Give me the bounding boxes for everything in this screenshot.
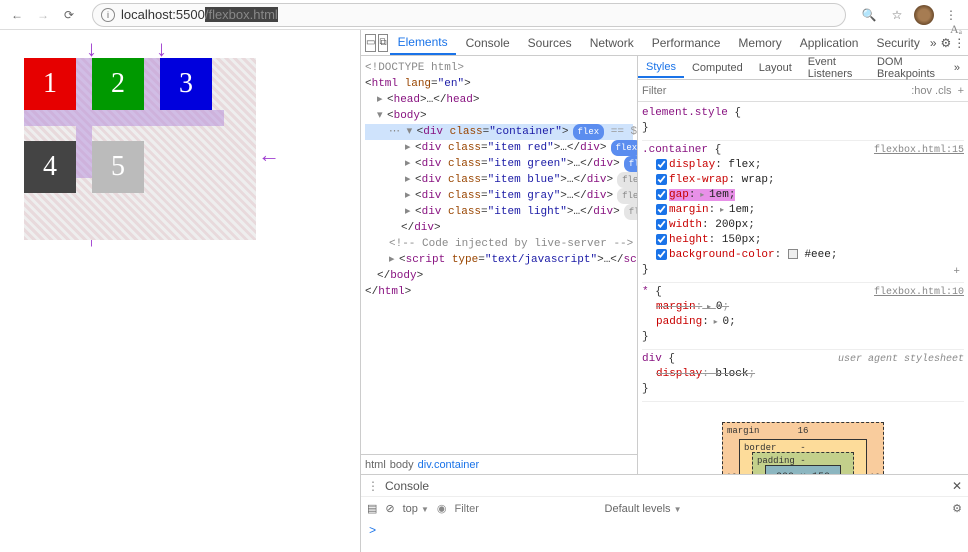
prop-checkbox[interactable] xyxy=(656,249,667,260)
info-icon[interactable]: i xyxy=(101,8,115,22)
console-filter-input[interactable] xyxy=(455,503,597,515)
prop-checkbox[interactable] xyxy=(656,204,667,215)
avatar[interactable] xyxy=(914,5,934,25)
styles-panel: Styles Computed Layout Event Listeners D… xyxy=(638,56,968,474)
more-icon[interactable]: ⋮ xyxy=(953,36,965,50)
close-drawer-icon[interactable]: ✕ xyxy=(952,479,962,493)
back-button[interactable]: ← xyxy=(6,4,28,26)
annotation-arrow: ← xyxy=(258,142,280,168)
eye-icon[interactable]: ◉ xyxy=(437,502,447,515)
flex-item: 3 xyxy=(160,58,212,110)
tab-memory[interactable]: Memory xyxy=(730,32,789,54)
tab-elements[interactable]: Elements xyxy=(390,31,456,55)
zoom-icon[interactable]: 🔍 xyxy=(858,4,880,26)
breadcrumb[interactable]: html body div.container xyxy=(361,454,637,474)
styles-filter-input[interactable] xyxy=(642,85,905,97)
tab-network[interactable]: Network xyxy=(582,32,642,54)
flex-container: 1 2 3 4 5 xyxy=(24,58,256,240)
flex-item: 4 xyxy=(24,141,76,193)
flex-item: 2 xyxy=(92,58,144,110)
tab-console[interactable]: Console xyxy=(458,32,518,54)
clear-icon[interactable]: ⊘ xyxy=(385,502,394,515)
tab-application[interactable]: Application xyxy=(792,32,867,54)
devtools: ▭ ⧉ Elements Console Sources Network Per… xyxy=(360,30,968,552)
prop-checkbox[interactable] xyxy=(656,189,667,200)
levels-select[interactable]: Default levels ▼ xyxy=(605,503,682,515)
tab-sources[interactable]: Sources xyxy=(520,32,580,54)
flex-item: 5 xyxy=(92,141,144,193)
prop-checkbox[interactable] xyxy=(656,174,667,185)
styles-body[interactable]: Aₐ element.style {} flexbox.html:15 .con… xyxy=(638,102,968,474)
console-drawer-tab[interactable]: ⋮ Console ✕ xyxy=(361,474,968,496)
dom-panel: <!DOCTYPE html> <html lang="en"> ▸<head>… xyxy=(361,56,638,474)
console-toolbar: ▤ ⊘ top ▼ ◉ Default levels ▼ ⚙ xyxy=(361,496,968,520)
reload-button[interactable]: ⟳ xyxy=(58,4,80,26)
browser-toolbar: ← → ⟳ i localhost:5500/flexbox.html 🔍 ☆ … xyxy=(0,0,968,30)
device-icon[interactable]: ⧉ xyxy=(378,34,387,52)
stab-dom[interactable]: DOM Breakpoints xyxy=(869,53,946,83)
prop-checkbox[interactable] xyxy=(656,159,667,170)
dom-tree[interactable]: <!DOCTYPE html> <html lang="en"> ▸<head>… xyxy=(361,56,637,454)
stab-event[interactable]: Event Listeners xyxy=(800,53,869,83)
chevron-icon[interactable]: ⋮ xyxy=(367,479,379,493)
tab-security[interactable]: Security xyxy=(868,32,927,54)
settings-icon[interactable]: ⚙ xyxy=(941,36,952,50)
star-icon[interactable]: ☆ xyxy=(886,4,908,26)
console-body[interactable]: > xyxy=(361,520,968,552)
inspect-icon[interactable]: ▭ xyxy=(365,34,376,52)
selected-node[interactable]: ⋯ ▾<div class="container">flex == $0 xyxy=(365,124,633,140)
stab-styles[interactable]: Styles xyxy=(638,58,684,78)
hov-cls-toggle[interactable]: :hov .cls xyxy=(911,85,951,97)
flex-item: 1 xyxy=(24,58,76,110)
stab-computed[interactable]: Computed xyxy=(684,59,751,77)
add-rule-icon[interactable]: + xyxy=(958,85,964,97)
prop-checkbox[interactable] xyxy=(656,234,667,245)
prop-checkbox[interactable] xyxy=(656,219,667,230)
url-text: localhost:5500/flexbox.html xyxy=(121,7,278,22)
stab-layout[interactable]: Layout xyxy=(751,59,800,77)
context-select[interactable]: top ▼ xyxy=(403,503,429,515)
sidebar-icon[interactable]: ▤ xyxy=(367,502,377,515)
box-model: margin 16 16 16 16 border - - - xyxy=(642,402,964,474)
tab-performance[interactable]: Performance xyxy=(644,32,729,54)
more-tabs-icon[interactable]: » xyxy=(930,36,937,50)
console-settings-icon[interactable]: ⚙ xyxy=(952,502,962,515)
address-bar[interactable]: i localhost:5500/flexbox.html xyxy=(92,3,846,27)
more-stabs-icon[interactable]: » xyxy=(946,59,968,77)
page-viewport: ↓ ↓ ← ↑ 1 2 3 4 5 xyxy=(0,30,360,552)
forward-button[interactable]: → xyxy=(32,4,54,26)
add-prop-icon[interactable]: + xyxy=(953,265,960,280)
